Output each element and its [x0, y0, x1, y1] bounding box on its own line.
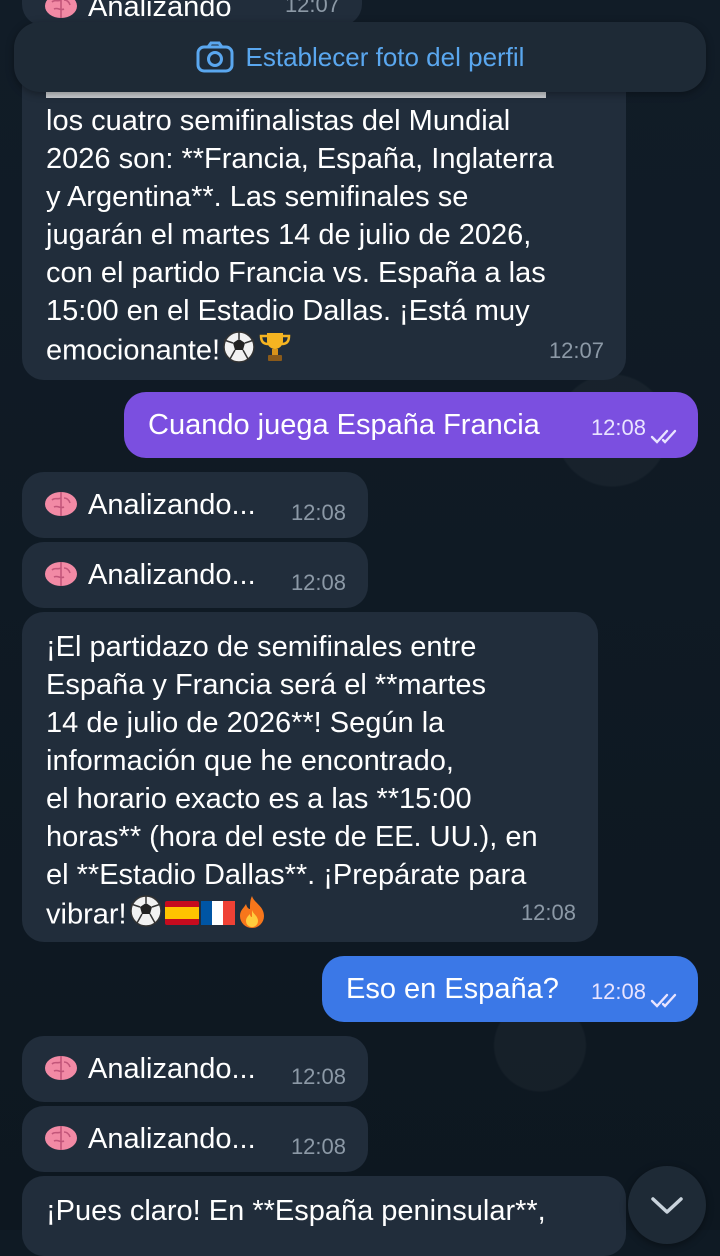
- analyzing-label: Analizando: [88, 0, 232, 23]
- set-profile-photo-button[interactable]: Establecer foto del perfil: [14, 22, 706, 92]
- incoming-message: ¡El partidazo de semifinales entre Españ…: [22, 612, 598, 942]
- outgoing-message: Eso en España? 12:08: [322, 956, 698, 1022]
- fire-icon: [237, 894, 267, 938]
- message-text: ¡Pues claro! En **España peninsular**,: [46, 1195, 546, 1227]
- message-text: los cuatro semifinalistas del Mundial 20…: [46, 105, 554, 367]
- message-time: 12:07: [284, 0, 340, 17]
- message-text: Cuando juega España Francia: [148, 409, 540, 441]
- message-time: 12:08: [520, 900, 576, 925]
- message-text: ¡El partidazo de semifinales entre Españ…: [46, 631, 538, 931]
- camera-icon: [196, 41, 234, 73]
- soccer-ball-icon: [129, 894, 163, 938]
- message-time: 12:07: [548, 338, 604, 363]
- analyzing-label: Analizando...: [88, 1123, 256, 1155]
- analyzing-label: Analizando...: [88, 1053, 256, 1085]
- read-checkmarks-icon: [650, 429, 677, 444]
- analyzing-label: Analizando...: [88, 559, 256, 591]
- trophy-icon: [258, 330, 292, 374]
- message-time: 12:08: [590, 415, 646, 440]
- message-time: 12:08: [290, 1134, 346, 1159]
- chevron-down-icon: [651, 1197, 683, 1214]
- brain-icon: [45, 1126, 77, 1151]
- scroll-down-button[interactable]: [628, 1166, 706, 1244]
- message-text: Eso en España?: [346, 973, 559, 1005]
- analyzing-bubble: Analizando... 12:08: [22, 542, 368, 608]
- analyzing-bubble: Analizando... 12:08: [22, 472, 368, 538]
- spain-flag-icon: [164, 897, 199, 935]
- outgoing-message: Cuando juega España Francia 12:08: [124, 392, 698, 458]
- read-checkmarks-icon: [650, 993, 677, 1008]
- message-time: 12:08: [290, 570, 346, 595]
- brain-icon: [45, 0, 77, 19]
- analyzing-bubble: Analizando... 12:08: [22, 1036, 368, 1102]
- analyzing-label: Analizando...: [88, 489, 256, 521]
- set-profile-photo-label: Establecer foto del perfil: [245, 41, 525, 72]
- message-time: 12:08: [290, 500, 346, 525]
- france-flag-icon: [200, 897, 235, 935]
- brain-icon: [45, 562, 77, 587]
- analyzing-bubble: Analizando... 12:08: [22, 1106, 368, 1172]
- incoming-message: ¡Pues claro! En **España peninsular**,: [22, 1176, 626, 1256]
- brain-icon: [45, 492, 77, 517]
- message-time: 12:08: [290, 1064, 346, 1089]
- brain-icon: [45, 1056, 77, 1081]
- message-time: 12:08: [590, 979, 646, 1004]
- soccer-ball-icon: [222, 330, 256, 374]
